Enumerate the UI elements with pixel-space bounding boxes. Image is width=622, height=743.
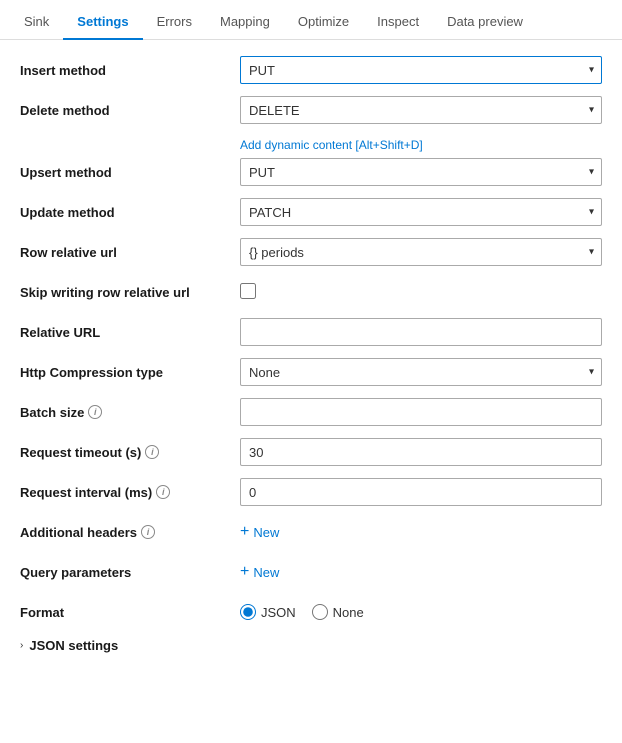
- format-row: Format JSON None: [20, 598, 602, 626]
- upsert-method-label: Upsert method: [20, 165, 240, 180]
- relative-url-label: Relative URL: [20, 325, 240, 340]
- tabs-nav: Sink Settings Errors Mapping Optimize In…: [0, 0, 622, 40]
- delete-method-label: Delete method: [20, 103, 240, 118]
- upsert-method-row: Upsert method PUT POST PATCH DELETE ▾: [20, 158, 602, 186]
- row-relative-url-label: Row relative url: [20, 245, 240, 260]
- format-none-radio[interactable]: [312, 604, 328, 620]
- tab-sink[interactable]: Sink: [10, 0, 63, 39]
- upsert-method-control: PUT POST PATCH DELETE ▾: [240, 158, 602, 186]
- update-method-control: PATCH PUT POST DELETE ▾: [240, 198, 602, 226]
- tab-errors[interactable]: Errors: [143, 0, 206, 39]
- additional-headers-info-icon: i: [141, 525, 155, 539]
- request-interval-label: Request interval (ms) i: [20, 485, 240, 500]
- http-compression-row: Http Compression type None GZip Deflate …: [20, 358, 602, 386]
- delete-method-select-wrapper: DELETE PUT POST PATCH ▾: [240, 96, 602, 124]
- query-parameters-row: Query parameters + New: [20, 558, 602, 586]
- additional-headers-control: + New: [240, 524, 602, 540]
- update-method-select[interactable]: PATCH PUT POST DELETE: [240, 198, 602, 226]
- query-parameters-plus-icon: +: [240, 564, 249, 580]
- row-relative-url-row: Row relative url {} periods None Custom …: [20, 238, 602, 266]
- update-method-select-wrapper: PATCH PUT POST DELETE ▾: [240, 198, 602, 226]
- format-label: Format: [20, 605, 240, 620]
- batch-size-label: Batch size i: [20, 405, 240, 420]
- query-parameters-new-button[interactable]: + New: [240, 564, 279, 580]
- request-timeout-label: Request timeout (s) i: [20, 445, 240, 460]
- settings-content: Insert method PUT POST PATCH DELETE ▾ De…: [0, 40, 622, 669]
- delete-method-select[interactable]: DELETE PUT POST PATCH: [240, 96, 602, 124]
- delete-method-row: Delete method DELETE PUT POST PATCH ▾: [20, 96, 602, 124]
- additional-headers-plus-icon: +: [240, 524, 249, 540]
- format-json-radio[interactable]: [240, 604, 256, 620]
- request-timeout-info-icon: i: [145, 445, 159, 459]
- additional-headers-row: Additional headers i + New: [20, 518, 602, 546]
- tab-optimize[interactable]: Optimize: [284, 0, 363, 39]
- format-radio-group: JSON None: [240, 604, 602, 620]
- additional-headers-label: Additional headers i: [20, 525, 240, 540]
- format-json-text: JSON: [261, 605, 296, 620]
- insert-method-select-wrapper: PUT POST PATCH DELETE ▾: [240, 56, 602, 84]
- request-interval-input[interactable]: [240, 478, 602, 506]
- tab-inspect[interactable]: Inspect: [363, 0, 433, 39]
- query-parameters-control: + New: [240, 564, 602, 580]
- batch-size-control: [240, 398, 602, 426]
- insert-method-control: PUT POST PATCH DELETE ▾: [240, 56, 602, 84]
- insert-method-select[interactable]: PUT POST PATCH DELETE: [240, 56, 602, 84]
- format-none-label[interactable]: None: [312, 604, 364, 620]
- batch-size-row: Batch size i: [20, 398, 602, 426]
- format-none-text: None: [333, 605, 364, 620]
- http-compression-label: Http Compression type: [20, 365, 240, 380]
- request-interval-control: [240, 478, 602, 506]
- row-relative-url-select[interactable]: {} periods None Custom: [240, 238, 602, 266]
- request-interval-row: Request interval (ms) i: [20, 478, 602, 506]
- skip-writing-row: Skip writing row relative url: [20, 278, 602, 306]
- tab-settings[interactable]: Settings: [63, 0, 142, 39]
- dynamic-content-row: Add dynamic content [Alt+Shift+D]: [20, 136, 602, 152]
- row-relative-url-control: {} periods None Custom ▾: [240, 238, 602, 266]
- http-compression-control: None GZip Deflate ▾: [240, 358, 602, 386]
- delete-method-control: DELETE PUT POST PATCH ▾: [240, 96, 602, 124]
- skip-writing-label: Skip writing row relative url: [20, 285, 240, 300]
- format-json-label[interactable]: JSON: [240, 604, 296, 620]
- request-timeout-input[interactable]: [240, 438, 602, 466]
- json-settings-label: JSON settings: [29, 638, 118, 653]
- relative-url-control: [240, 318, 602, 346]
- insert-method-label: Insert method: [20, 63, 240, 78]
- upsert-method-select[interactable]: PUT POST PATCH DELETE: [240, 158, 602, 186]
- http-compression-select-wrapper: None GZip Deflate ▾: [240, 358, 602, 386]
- update-method-row: Update method PATCH PUT POST DELETE ▾: [20, 198, 602, 226]
- json-settings-chevron-icon: ›: [20, 640, 23, 651]
- request-interval-info-icon: i: [156, 485, 170, 499]
- additional-headers-new-button[interactable]: + New: [240, 524, 279, 540]
- http-compression-select[interactable]: None GZip Deflate: [240, 358, 602, 386]
- batch-size-input[interactable]: [240, 398, 602, 426]
- row-relative-url-select-wrapper: {} periods None Custom ▾: [240, 238, 602, 266]
- tab-mapping[interactable]: Mapping: [206, 0, 284, 39]
- insert-method-row: Insert method PUT POST PATCH DELETE ▾: [20, 56, 602, 84]
- json-settings-row[interactable]: › JSON settings: [20, 638, 602, 653]
- skip-writing-checkbox[interactable]: [240, 283, 256, 299]
- format-control: JSON None: [240, 604, 602, 620]
- dynamic-content-link[interactable]: Add dynamic content [Alt+Shift+D]: [240, 138, 423, 152]
- skip-writing-control: [240, 283, 602, 302]
- update-method-label: Update method: [20, 205, 240, 220]
- batch-size-info-icon: i: [88, 405, 102, 419]
- request-timeout-row: Request timeout (s) i: [20, 438, 602, 466]
- relative-url-input[interactable]: [240, 318, 602, 346]
- tab-data-preview[interactable]: Data preview: [433, 0, 537, 39]
- dynamic-content-indent: [20, 136, 240, 152]
- request-timeout-control: [240, 438, 602, 466]
- upsert-method-select-wrapper: PUT POST PATCH DELETE ▾: [240, 158, 602, 186]
- query-parameters-label: Query parameters: [20, 565, 240, 580]
- relative-url-row: Relative URL: [20, 318, 602, 346]
